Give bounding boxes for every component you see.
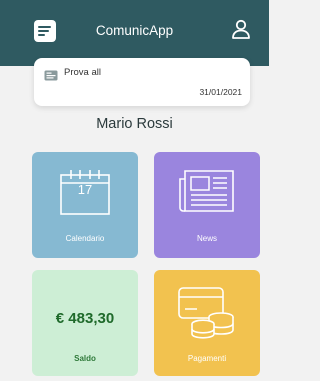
user-name: Mario Rossi (96, 116, 173, 132)
saldo-tile[interactable]: € 483,30 Saldo (32, 270, 138, 376)
news-tile[interactable]: News (154, 152, 260, 258)
user-icon (232, 19, 250, 39)
calendar-day: 17 (77, 182, 93, 197)
calendario-label: Calendario (65, 234, 105, 243)
notice-title: Prova all (64, 67, 101, 78)
notice-card[interactable]: Prova all 31/01/2021 (34, 58, 250, 106)
payment-icon (178, 287, 234, 339)
pagamenti-tile[interactable]: Pagamenti (154, 270, 260, 376)
app-header: ComunicApp (0, 0, 269, 66)
notice-date: 31/01/2021 (199, 87, 242, 97)
saldo-label: Saldo (74, 354, 96, 363)
newspaper-icon (179, 170, 234, 212)
pagamenti-label: Pagamenti (187, 354, 227, 363)
news-label: News (196, 234, 217, 243)
calendario-tile[interactable]: 17 Calendario (32, 152, 138, 258)
saldo-amount: € 483,30 (55, 310, 115, 327)
profile-button[interactable] (230, 18, 252, 45)
app-title: ComunicApp (95, 23, 174, 38)
notice-icon (44, 70, 58, 81)
